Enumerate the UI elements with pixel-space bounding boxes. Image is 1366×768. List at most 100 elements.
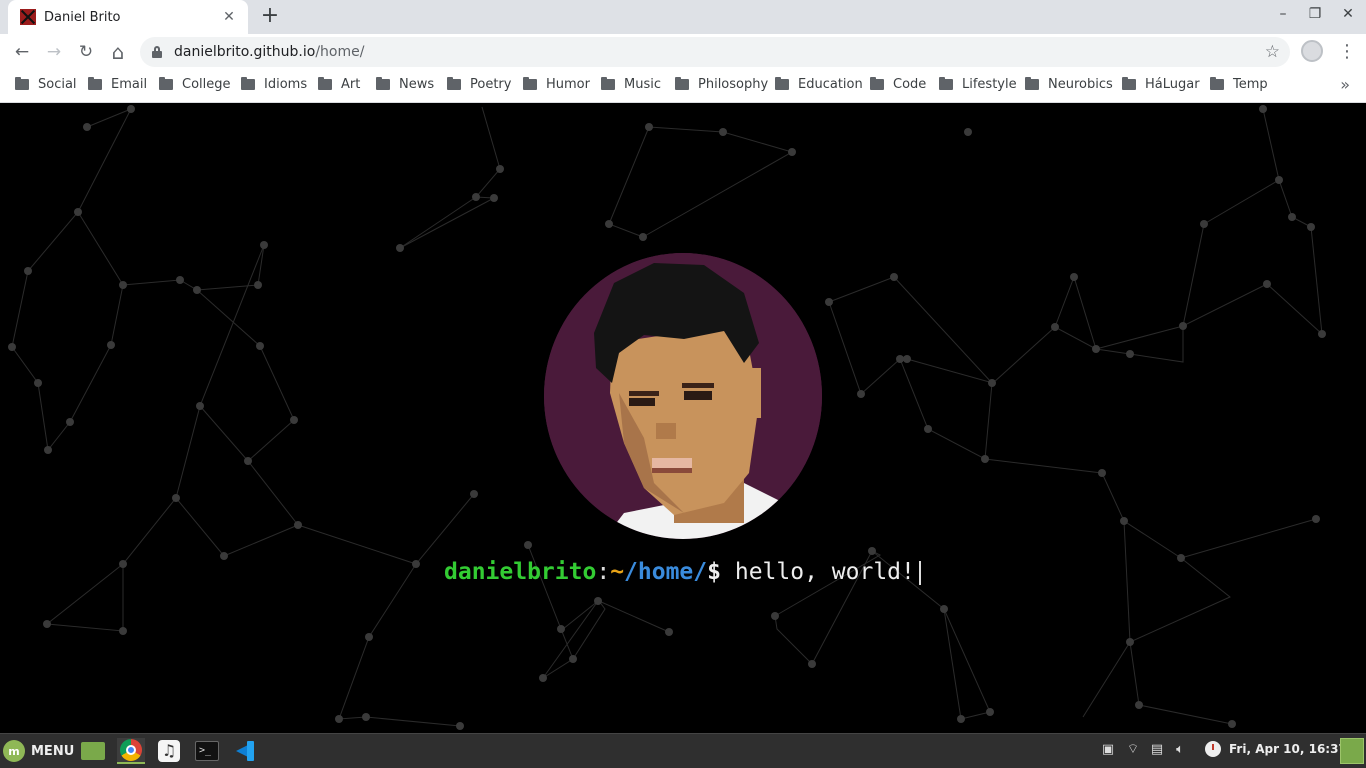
folder-icon [1210, 77, 1224, 90]
folder-icon [523, 77, 537, 90]
bookmark-label: Social [38, 77, 77, 92]
bookmark-folder[interactable]: Philosophy [675, 77, 768, 92]
profile-avatar-icon[interactable] [1301, 40, 1323, 62]
browser-tab[interactable]: Daniel Brito ✕ [8, 0, 248, 34]
prompt-colon: : [596, 559, 611, 585]
bookmark-folder[interactable]: Art [318, 77, 360, 92]
folder-icon [775, 77, 789, 90]
profile-avatar [544, 253, 822, 539]
folder-icon [601, 77, 615, 90]
bookmark-label: Philosophy [698, 77, 769, 92]
bookmark-label: Code [893, 77, 927, 92]
bookmark-label: HáLugar [1145, 77, 1200, 92]
folder-icon [88, 77, 102, 90]
bookmark-label: News [399, 77, 435, 92]
linux-mint-logo-icon: m [3, 740, 25, 762]
bookmark-folder[interactable]: Idioms [241, 77, 307, 92]
vscode-icon [234, 740, 256, 762]
prompt-tilde: ~ [610, 559, 625, 585]
bookmark-folder[interactable]: Education [775, 77, 863, 92]
terminal-icon: >_ [195, 741, 219, 761]
files-launcher[interactable] [79, 738, 107, 764]
bookmark-label: Neurobics [1048, 77, 1113, 92]
bookmark-folder[interactable]: News [376, 77, 434, 92]
chrome-launcher[interactable] [117, 738, 145, 764]
bookmark-folder[interactable]: Music [601, 77, 661, 92]
url-host: danielbrito.github.io [174, 44, 316, 60]
url-path: /home/ [315, 44, 365, 60]
folder-icon [318, 77, 332, 90]
browser-toolbar: ← → ↻ ⌂ danielbrito.github.io/home/ ☆ [0, 34, 1366, 70]
bookmark-folder[interactable]: Poetry [447, 77, 511, 92]
bookmark-folder[interactable]: Code [870, 77, 926, 92]
prompt-command: hello, world! [721, 559, 915, 585]
menu-label: MENU [31, 743, 75, 759]
vscode-launcher[interactable] [231, 738, 259, 764]
maximize-button[interactable]: ❐ [1303, 6, 1327, 22]
terminal-launcher[interactable]: >_ [193, 738, 221, 764]
back-button[interactable]: ← [10, 40, 34, 64]
lock-icon[interactable] [152, 46, 162, 58]
site-favicon-icon [20, 9, 36, 25]
bookmark-label: Idioms [264, 77, 308, 92]
bookmark-folder[interactable]: Neurobics [1025, 77, 1113, 92]
bookmark-folder[interactable]: Email [88, 77, 147, 92]
tab-close-icon[interactable]: ✕ [220, 9, 238, 25]
folder-icon [939, 77, 953, 90]
bookmark-label: Poetry [470, 77, 512, 92]
page-content: danielbrito:~/home/$ hello, world! [0, 104, 1366, 733]
bookmarks-overflow-icon[interactable]: » [1340, 75, 1350, 94]
taskbar: m MENU ♫ >_ ▣ ⌔ ▤ 🔈︎ Fri, Apr 10, 16:37 [0, 733, 1366, 768]
url-text[interactable]: danielbrito.github.io/home/ [174, 44, 364, 60]
start-menu-button[interactable]: m MENU [3, 740, 74, 762]
terminal-prompt: danielbrito:~/home/$ hello, world! [444, 559, 921, 585]
update-manager-icon[interactable]: ▣ [1100, 742, 1116, 758]
bookmark-label: Email [111, 77, 148, 92]
reload-button[interactable]: ↻ [74, 40, 98, 64]
folder-icon [675, 77, 689, 90]
pixel-portrait-image [544, 253, 822, 539]
bookmark-folder[interactable]: College [159, 77, 231, 92]
folder-icon [159, 77, 173, 90]
bookmark-label: Lifestyle [962, 77, 1017, 92]
prompt-user: danielbrito [444, 559, 597, 585]
bookmark-folder[interactable]: Humor [523, 77, 590, 92]
bookmarks-bar: Social Email College Idioms Art News Poe… [0, 70, 1366, 103]
bookmark-star-icon[interactable]: ☆ [1265, 42, 1280, 62]
forward-button[interactable]: → [42, 40, 66, 64]
bookmark-folder[interactable]: Lifestyle [939, 77, 1017, 92]
music-launcher[interactable]: ♫ [155, 738, 183, 764]
folder-icon [1025, 77, 1039, 90]
new-tab-button[interactable]: + [258, 5, 282, 29]
wifi-icon[interactable]: ⌔ [1125, 742, 1141, 758]
volume-icon[interactable]: 🔈︎ [1172, 742, 1188, 758]
close-window-button[interactable]: ✕ [1336, 6, 1360, 22]
folder-icon [15, 77, 29, 90]
minimize-button[interactable]: – [1271, 6, 1295, 22]
clock-applet[interactable]: Fri, Apr 10, 16:37 [1205, 741, 1347, 757]
browser-menu-icon[interactable]: ⋮ [1338, 41, 1356, 62]
battery-icon[interactable]: ▤ [1149, 742, 1165, 758]
bookmark-folder[interactable]: Temp [1210, 77, 1268, 92]
clock-text: Fri, Apr 10, 16:37 [1229, 742, 1347, 756]
prompt-dollar: $ [707, 559, 721, 585]
bookmark-folder[interactable]: Social [15, 77, 77, 92]
clock-icon [1205, 741, 1221, 757]
files-icon [81, 742, 105, 760]
folder-icon [241, 77, 255, 90]
home-button[interactable]: ⌂ [106, 40, 130, 64]
bookmark-label: Humor [546, 77, 590, 92]
bookmark-label: Temp [1233, 77, 1268, 92]
bookmark-folder[interactable]: HáLugar [1122, 77, 1200, 92]
address-bar[interactable]: danielbrito.github.io/home/ ☆ [140, 37, 1290, 67]
folder-icon [1122, 77, 1136, 90]
bookmark-label: Music [624, 77, 661, 92]
folder-icon [447, 77, 461, 90]
chrome-icon [120, 739, 142, 761]
prompt-path: /home/ [624, 559, 708, 585]
folder-icon [376, 77, 390, 90]
tab-title: Daniel Brito [44, 9, 121, 25]
show-desktop-button[interactable] [1340, 738, 1364, 764]
bookmark-label: College [182, 77, 231, 92]
bookmark-label: Art [341, 77, 361, 92]
